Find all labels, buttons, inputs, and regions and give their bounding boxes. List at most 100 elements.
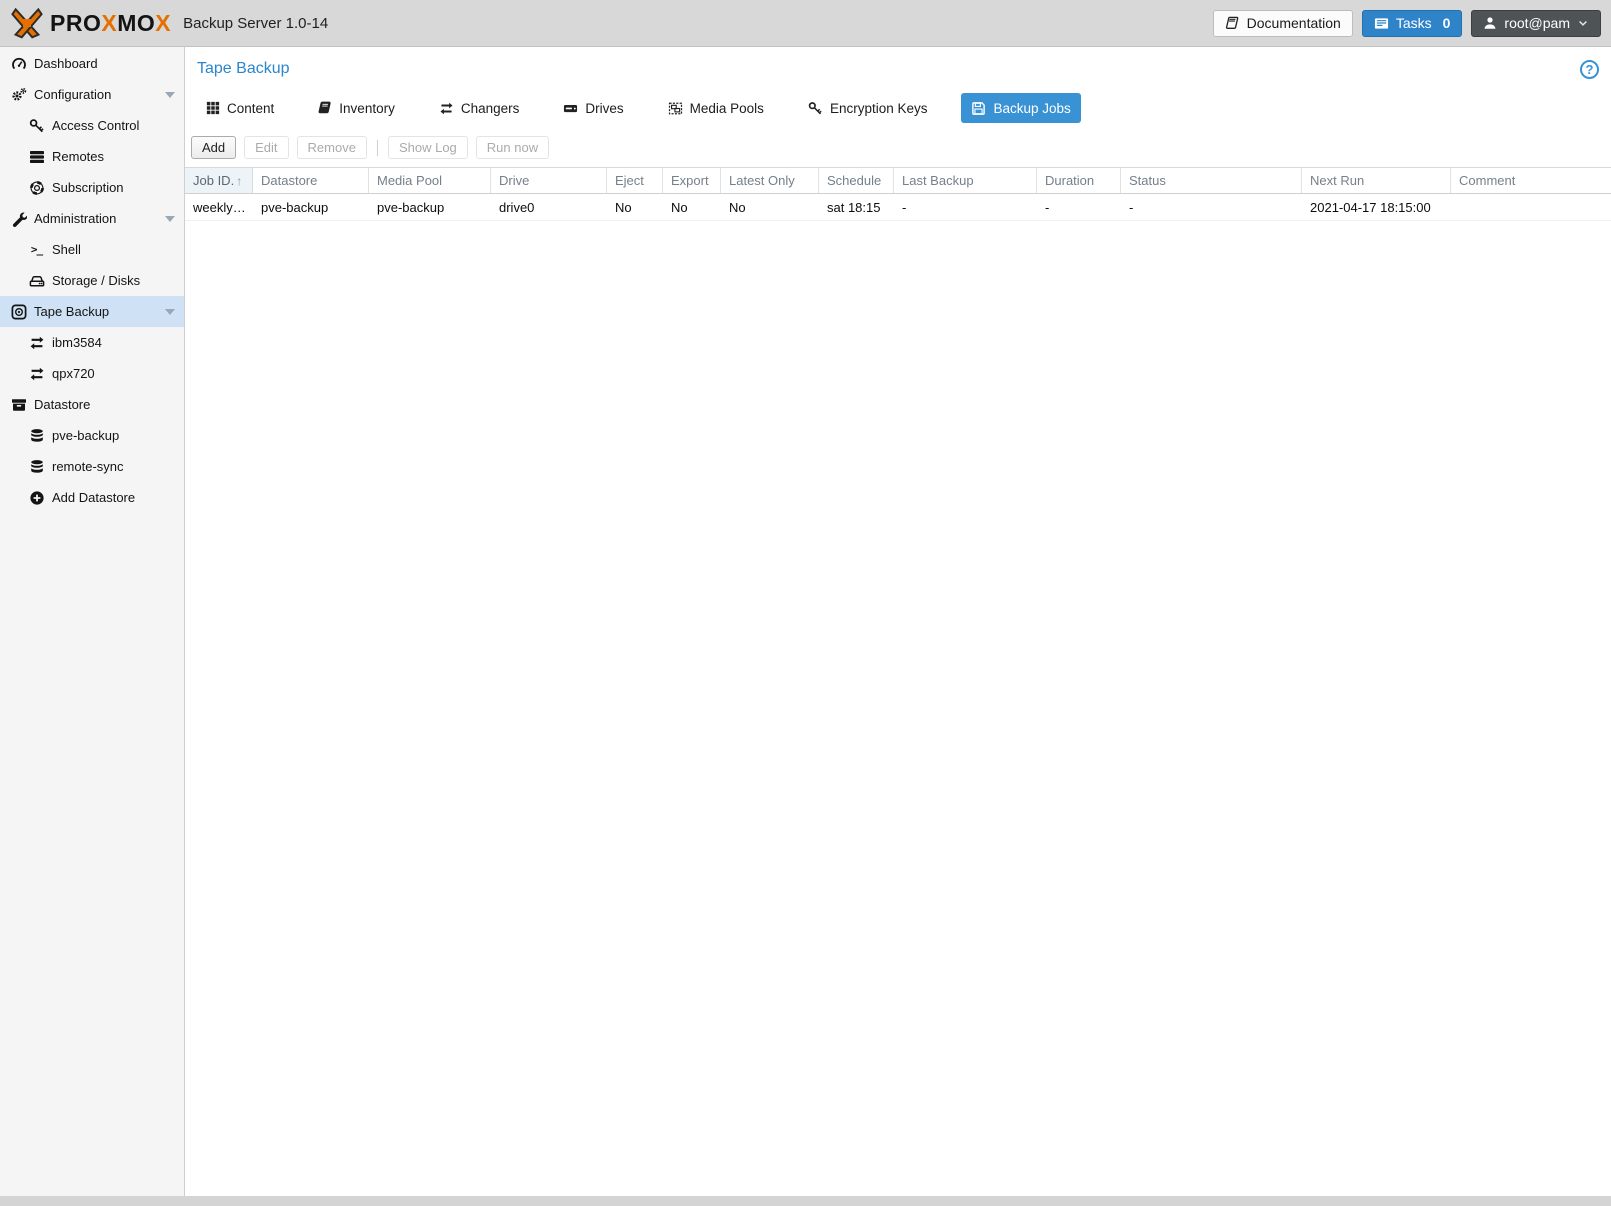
gauge-icon: [10, 55, 27, 72]
exchange-icon: [28, 334, 45, 351]
cell-last-backup: -: [902, 199, 907, 215]
table-header: Job ID. ↑ Datastore Media Pool Drive Ejec…: [185, 167, 1611, 194]
sidebar-item-administration[interactable]: Administration: [0, 203, 184, 234]
sidebar-item-dashboard[interactable]: Dashboard: [0, 48, 184, 79]
column-header-comment[interactable]: Comment: [1451, 168, 1611, 193]
cell-eject: No: [615, 199, 632, 215]
exchange-icon: [439, 101, 454, 116]
column-header-export[interactable]: Export: [663, 168, 721, 193]
remove-button[interactable]: Remove: [296, 136, 367, 159]
sidebar-item-remotes[interactable]: Remotes: [0, 141, 184, 172]
sidebar-item-tape-backup[interactable]: Tape Backup: [0, 296, 184, 327]
help-icon[interactable]: ?: [1580, 60, 1599, 79]
column-header-media-pool[interactable]: Media Pool: [369, 168, 491, 193]
sidebar-item-add-datastore[interactable]: Add Datastore: [0, 482, 184, 513]
column-header-latest-only[interactable]: Latest Only: [721, 168, 819, 193]
caret-down-icon[interactable]: [165, 309, 175, 315]
database-icon: [28, 427, 45, 444]
tab-media-pools[interactable]: Media Pools: [658, 93, 774, 123]
tab-content[interactable]: Content: [196, 93, 284, 123]
edit-button[interactable]: Edit: [244, 136, 289, 159]
hdd-icon: [28, 272, 45, 289]
sidebar-item-configuration[interactable]: Configuration: [0, 79, 184, 110]
sidebar-item-qpx720[interactable]: qpx720: [0, 358, 184, 389]
tab-backup-jobs[interactable]: Backup Jobs: [961, 93, 1081, 123]
tab-inventory[interactable]: Inventory: [308, 93, 405, 123]
sidebar-item-label: Subscription: [52, 180, 124, 195]
drive-icon: [563, 101, 578, 116]
sidebar-item-label: Access Control: [52, 118, 140, 133]
cell-media-pool: pve-backup: [377, 199, 445, 215]
toolbar: Add Edit Remove Show Log Run now: [185, 123, 1611, 159]
sidebar-item-shell[interactable]: >_ Shell: [0, 234, 184, 265]
save-icon: [971, 101, 986, 116]
gears-icon: [10, 86, 27, 103]
column-header-next-run[interactable]: Next Run: [1302, 168, 1451, 193]
tab-label: Encryption Keys: [829, 100, 928, 116]
wrench-icon: [10, 210, 27, 227]
cell-export: No: [671, 199, 688, 215]
key-icon: [808, 101, 823, 116]
caret-down-icon[interactable]: [165, 216, 175, 222]
run-now-button[interactable]: Run now: [475, 136, 550, 159]
tab-label: Inventory: [339, 100, 395, 116]
column-header-duration[interactable]: Duration: [1037, 168, 1121, 193]
life-ring-icon: [28, 179, 45, 196]
sidebar-item-label: remote-sync: [52, 459, 124, 474]
add-button[interactable]: Add: [191, 136, 237, 159]
sidebar-item-subscription[interactable]: Subscription: [0, 172, 184, 203]
brand-wordmark: PRO X MO X: [50, 9, 172, 36]
sidebar-item-storage-disks[interactable]: Storage / Disks: [0, 265, 184, 296]
caret-down-icon[interactable]: [165, 92, 175, 98]
key-icon: [28, 117, 45, 134]
tab-label: Content: [227, 100, 275, 116]
tab-changers[interactable]: Changers: [429, 93, 530, 123]
cell-datastore: pve-backup: [261, 199, 329, 215]
sidebar: Dashboard Configuration Access Control R…: [0, 47, 185, 1196]
sidebar-item-label: Administration: [34, 211, 117, 226]
proxmox-logo: PRO X MO X: [10, 7, 171, 39]
tab-bar: Content Inventory Changers Drives Media …: [185, 79, 1611, 123]
tab-encryption-keys[interactable]: Encryption Keys: [798, 93, 938, 123]
sidebar-item-pve-backup[interactable]: pve-backup: [0, 420, 184, 451]
grid-icon: [206, 101, 220, 115]
column-header-datastore[interactable]: Datastore: [253, 168, 369, 193]
tab-drives[interactable]: Drives: [553, 93, 633, 123]
sidebar-item-label: Tape Backup: [34, 304, 110, 319]
sidebar-item-label: ibm3584: [52, 335, 102, 350]
column-header-status[interactable]: Status: [1121, 168, 1302, 193]
column-header-eject[interactable]: Eject: [607, 168, 663, 193]
sidebar-item-label: Configuration: [34, 87, 112, 102]
cell-latest-only: No: [729, 199, 746, 215]
sidebar-item-datastore[interactable]: Datastore: [0, 389, 184, 420]
server-icon: [28, 148, 45, 165]
sidebar-item-label: Shell: [52, 242, 81, 257]
tasks-button[interactable]: Tasks 0: [1361, 9, 1463, 37]
sidebar-item-access-control[interactable]: Access Control: [0, 110, 184, 141]
tab-label: Media Pools: [689, 100, 764, 116]
sidebar-item-ibm3584[interactable]: ibm3584: [0, 327, 184, 358]
exchange-icon: [28, 365, 45, 382]
archive-icon: [10, 396, 27, 413]
app-version-label: Backup Server 1.0-14: [183, 14, 329, 32]
top-bar: PRO X MO X Backup Server 1.0-14 Documentati…: [0, 0, 1611, 47]
object-group-icon: [668, 101, 683, 116]
chevron-down-icon: [1579, 20, 1587, 26]
show-log-button[interactable]: Show Log: [387, 136, 468, 159]
user-menu-button[interactable]: root@pam: [1471, 9, 1601, 37]
column-header-job-id[interactable]: Job ID. ↑: [185, 168, 253, 193]
column-header-drive[interactable]: Drive: [491, 168, 607, 193]
book-icon: [1225, 16, 1239, 29]
cell-duration: -: [1045, 199, 1050, 215]
sidebar-item-remote-sync[interactable]: remote-sync: [0, 451, 184, 482]
sidebar-item-label: Remotes: [52, 149, 105, 164]
sort-up-icon: ↑: [236, 173, 243, 188]
tab-label: Drives: [585, 100, 624, 116]
column-header-last-backup[interactable]: Last Backup: [894, 168, 1037, 193]
cell-drive: drive0: [499, 199, 535, 215]
column-header-schedule[interactable]: Schedule: [819, 168, 894, 193]
documentation-button[interactable]: Documentation: [1212, 9, 1353, 37]
sidebar-item-label: Storage / Disks: [52, 273, 141, 288]
cell-job-id: weekly…: [193, 199, 246, 215]
table-row[interactable]: weekly… pve-backup pve-backup drive0 No …: [185, 194, 1611, 221]
